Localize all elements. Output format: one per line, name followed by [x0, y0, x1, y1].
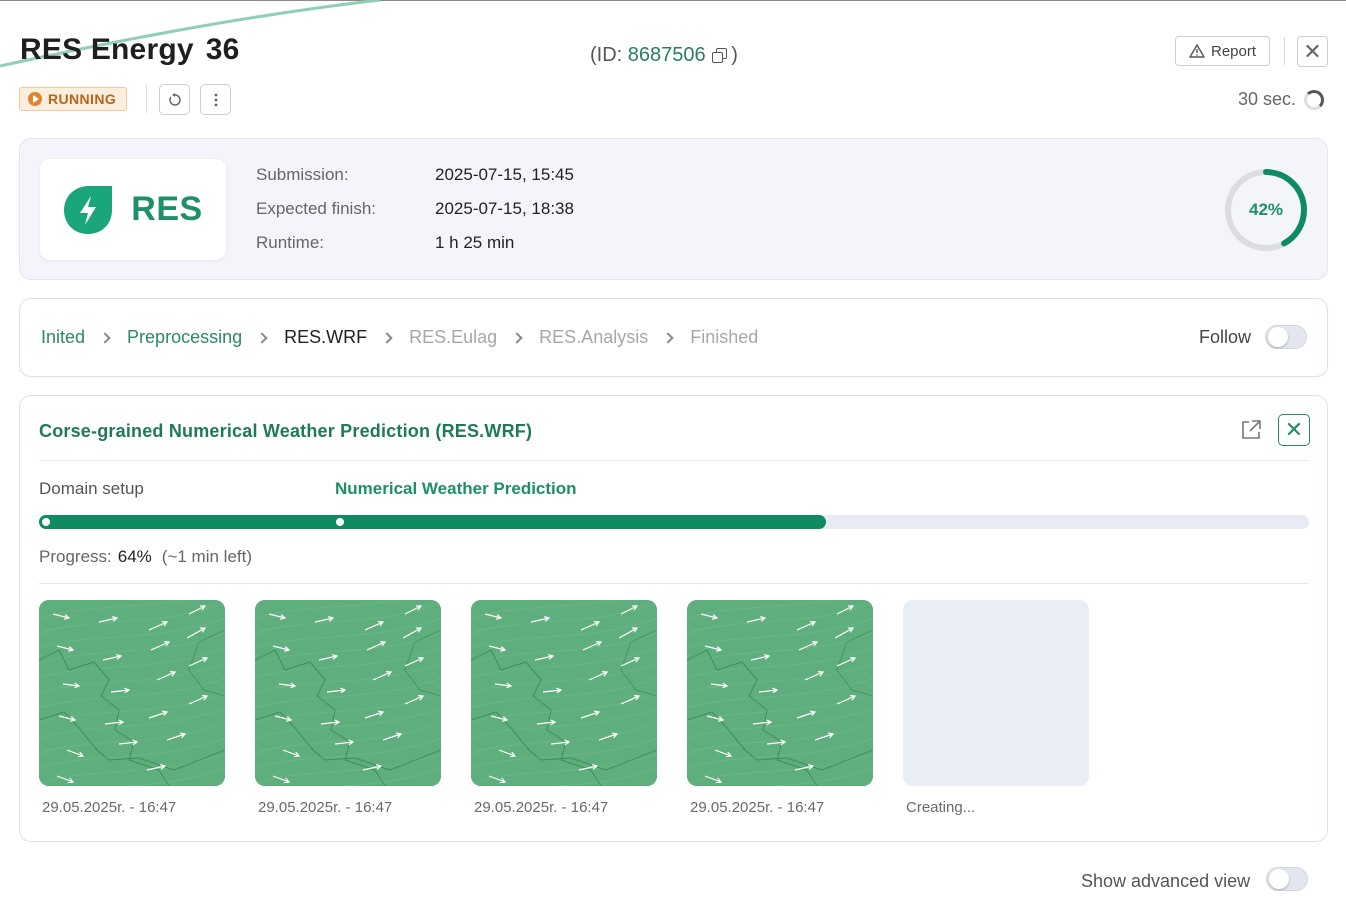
- follow-toggle[interactable]: [1265, 325, 1307, 349]
- stage-detail-card: Corse-grained Numerical Weather Predicti…: [19, 395, 1328, 842]
- advanced-view-toggle[interactable]: [1266, 867, 1308, 891]
- refresh-interval: 30 sec.: [1238, 89, 1297, 109]
- job-id-suffix: ): [731, 44, 738, 66]
- refresh-icon: [168, 92, 181, 106]
- progress-divider: [39, 583, 1309, 584]
- more-vertical-icon: [214, 93, 217, 106]
- phase-numerical-weather-prediction: Numerical Weather Prediction: [335, 479, 577, 498]
- title-text: RES Energy: [20, 33, 194, 66]
- stepper-steps: Inited Preprocessing RES.WRF RES.Eulag RES.A…: [41, 299, 758, 376]
- status-divider: [146, 85, 147, 113]
- phase-domain-setup: Domain setup: [39, 479, 144, 498]
- spinner-icon: [1304, 89, 1325, 110]
- report-label: Report: [1210, 42, 1257, 60]
- step-finished: Finished: [690, 327, 759, 347]
- logo-text: RES: [131, 190, 203, 228]
- run-summary-card: RES Submission: 2025-07-15, 15:45 Expect…: [19, 138, 1328, 280]
- submission-label: Submission:: [256, 165, 349, 184]
- progress-summary: Progress: 64% (~1 min left): [39, 547, 252, 567]
- step-inited[interactable]: Inited: [41, 327, 85, 348]
- step-res-analysis: RES.Analysis: [539, 327, 649, 347]
- close-icon: ✕: [1284, 417, 1304, 442]
- auto-refresh-indicator[interactable]: 30 sec.: [1238, 89, 1325, 110]
- phase-marker-nwp: [335, 517, 345, 527]
- open-external-icon[interactable]: [1239, 418, 1263, 442]
- thumbnail-item[interactable]: 29.05.2025r. - 16:47: [255, 600, 441, 816]
- thumbnail-item[interactable]: 29.05.2025r. - 16:47: [471, 600, 657, 816]
- chevron-right-icon: [99, 331, 111, 344]
- app-logo: RES: [40, 159, 226, 260]
- step-preprocessing[interactable]: Preprocessing: [127, 327, 242, 348]
- progress-label: Progress:: [39, 547, 112, 566]
- expected-finish-value: 2025-07-15, 18:38: [435, 199, 574, 218]
- copy-icon[interactable]: [711, 48, 727, 63]
- job-id-value: 8687506: [627, 44, 706, 66]
- run-number: 36: [205, 33, 240, 66]
- chevron-right-icon: [662, 331, 674, 344]
- expected-finish-label: Expected finish:: [256, 199, 377, 218]
- close-icon: ✕: [1303, 38, 1322, 64]
- wind-map-image: [39, 600, 225, 786]
- progress-value: 64%: [117, 547, 152, 566]
- wind-map-image: [471, 600, 657, 786]
- page-title: RES Energy 36: [20, 33, 240, 67]
- progress-eta: (~1 min left): [161, 547, 253, 566]
- more-options-button[interactable]: [200, 84, 231, 115]
- status-badge: RUNNING: [19, 87, 128, 111]
- output-thumbnails: 29.05.2025r. - 16:47 29.05.2025r. - 16:47…: [39, 600, 1089, 816]
- stage-title: Corse-grained Numerical Weather Predicti…: [39, 421, 533, 441]
- status-text: RUNNING: [48, 91, 117, 107]
- report-button[interactable]: Report: [1175, 36, 1270, 66]
- stage-progress-bar: [39, 515, 1309, 529]
- runtime-value: 1 h 25 min: [435, 233, 515, 252]
- job-id-prefix: (ID:: [590, 44, 628, 66]
- chevron-right-icon: [511, 331, 523, 344]
- thumbnail-caption: 29.05.2025r. - 16:47: [258, 799, 393, 816]
- thumbnail-caption: Creating...: [906, 799, 976, 816]
- play-icon: [28, 92, 42, 106]
- chevron-right-icon: [256, 331, 268, 344]
- job-id: (ID: 8687506 ): [590, 44, 738, 67]
- runtime-label: Runtime:: [256, 233, 325, 252]
- submission-value: 2025-07-15, 15:45: [435, 165, 574, 184]
- thumbnail-caption: 29.05.2025r. - 16:47: [474, 799, 609, 816]
- thumbnail-placeholder: [903, 600, 1089, 786]
- step-res-wrf[interactable]: RES.WRF: [284, 327, 367, 348]
- thumbnail-item: Creating...: [903, 600, 1089, 816]
- phase-marker-domain-setup: [41, 517, 51, 527]
- close-stage-button[interactable]: ✕: [1278, 414, 1310, 446]
- follow-label: Follow: [1199, 327, 1252, 347]
- thumbnail-caption: 29.05.2025r. - 16:47: [690, 799, 825, 816]
- wind-map-image: [255, 600, 441, 786]
- refresh-button[interactable]: [159, 84, 190, 115]
- close-button[interactable]: ✕: [1297, 36, 1328, 67]
- header-divider: [1284, 37, 1285, 65]
- chevron-right-icon: [381, 331, 393, 344]
- thumbnail-item[interactable]: 29.05.2025r. - 16:47: [687, 600, 873, 816]
- advanced-view-label: Show advanced view: [1081, 871, 1251, 891]
- pipeline-stepper: Inited Preprocessing RES.WRF RES.Eulag RES.A…: [19, 298, 1328, 377]
- warning-icon: [1189, 44, 1205, 58]
- thumbnail-item[interactable]: 29.05.2025r. - 16:47: [39, 600, 225, 816]
- overall-progress-label: 42%: [1248, 200, 1284, 219]
- leaf-bolt-icon: [64, 185, 113, 234]
- wind-map-image: [687, 600, 873, 786]
- thumbnail-caption: 29.05.2025r. - 16:47: [42, 799, 177, 816]
- stage-progress-fill: [39, 515, 827, 529]
- step-res-eulag: RES.Eulag: [409, 327, 498, 347]
- detail-divider: [39, 460, 1309, 461]
